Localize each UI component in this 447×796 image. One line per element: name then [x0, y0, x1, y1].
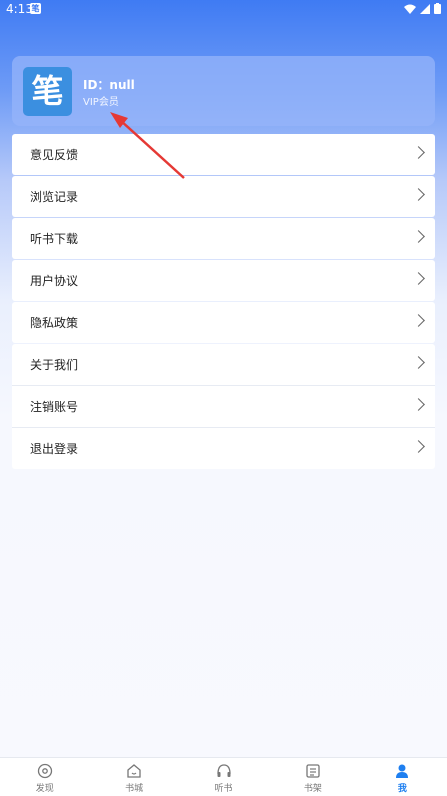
nav-label: 我 [397, 784, 407, 794]
nav-item-discover[interactable]: 发现 [0, 758, 89, 796]
menu-item-user-agreement[interactable]: 用户协议 [12, 260, 435, 301]
menu-item-browse-history[interactable]: 浏览记录 [12, 176, 435, 217]
menu-group-browse: 浏览记录 [12, 176, 435, 217]
menu-group-download: 听书下载 [12, 218, 435, 259]
menu-item-label: 隐私政策 [30, 316, 79, 330]
nav-label: 听书 [214, 784, 233, 794]
menu-item-logout[interactable]: 退出登录 [12, 428, 435, 469]
person-icon [396, 764, 409, 778]
status-indicators [404, 3, 441, 14]
menu-item-delete-account[interactable]: 注销账号 [12, 386, 435, 428]
chevron-right-icon [412, 230, 425, 243]
chevron-right-icon [412, 314, 425, 327]
wifi-icon [404, 4, 416, 14]
user-level: VIP会员 [83, 97, 119, 108]
menu-item-about-us[interactable]: 关于我们 [12, 344, 435, 386]
menu-group-account: 关于我们 注销账号 退出登录 [12, 344, 435, 469]
menu-item-label: 听书下载 [30, 232, 79, 246]
menu-group-feedback: 意见反馈 [12, 134, 435, 175]
nav-item-me[interactable]: 我 [358, 758, 447, 796]
menu-item-label: 注销账号 [30, 400, 79, 414]
nav-item-audiobook[interactable]: 听书 [179, 758, 268, 796]
menu-item-label: 用户协议 [30, 274, 79, 288]
menu-item-label: 关于我们 [30, 358, 79, 372]
signal-icon [420, 3, 430, 14]
chevron-right-icon [412, 188, 425, 201]
menu-item-feedback[interactable]: 意见反馈 [12, 134, 435, 175]
menu-group-privacy: 隐私政策 [12, 302, 435, 343]
chevron-right-icon [412, 398, 425, 411]
nav-label: 书架 [303, 784, 322, 794]
bookshelf-icon [306, 764, 320, 778]
nav-item-bookshelf[interactable]: 书架 [268, 758, 357, 796]
battery-icon [434, 3, 441, 14]
menu-item-label: 浏览记录 [30, 190, 79, 204]
menu-item-audiobook-download[interactable]: 听书下载 [12, 218, 435, 259]
nav-item-bookstore[interactable]: 书城 [89, 758, 178, 796]
bottom-nav: 发现 书城 听书 书架 我 [0, 757, 447, 796]
chevron-right-icon [412, 356, 425, 369]
status-time: 4:13 [6, 2, 33, 16]
menu-item-label: 退出登录 [30, 442, 79, 456]
status-bar: 4:13 笔 [0, 0, 447, 18]
user-id: ID：null [83, 78, 135, 92]
app-notification-icon: 笔 [30, 3, 41, 14]
home-icon [127, 764, 141, 778]
menu-item-label: 意见反馈 [30, 148, 79, 162]
nav-label: 发现 [35, 784, 54, 794]
chevron-right-icon [412, 440, 425, 453]
avatar[interactable]: 笔 [23, 67, 72, 116]
profile-card[interactable]: 笔 ID：null VIP会员 [12, 56, 435, 126]
headphones-icon [216, 764, 231, 777]
nav-label: 书城 [125, 784, 144, 794]
chevron-right-icon [412, 272, 425, 285]
menu-item-privacy-policy[interactable]: 隐私政策 [12, 302, 435, 343]
compass-icon [37, 763, 52, 779]
menu-group-agreement: 用户协议 [12, 260, 435, 301]
chevron-right-icon [412, 146, 425, 159]
